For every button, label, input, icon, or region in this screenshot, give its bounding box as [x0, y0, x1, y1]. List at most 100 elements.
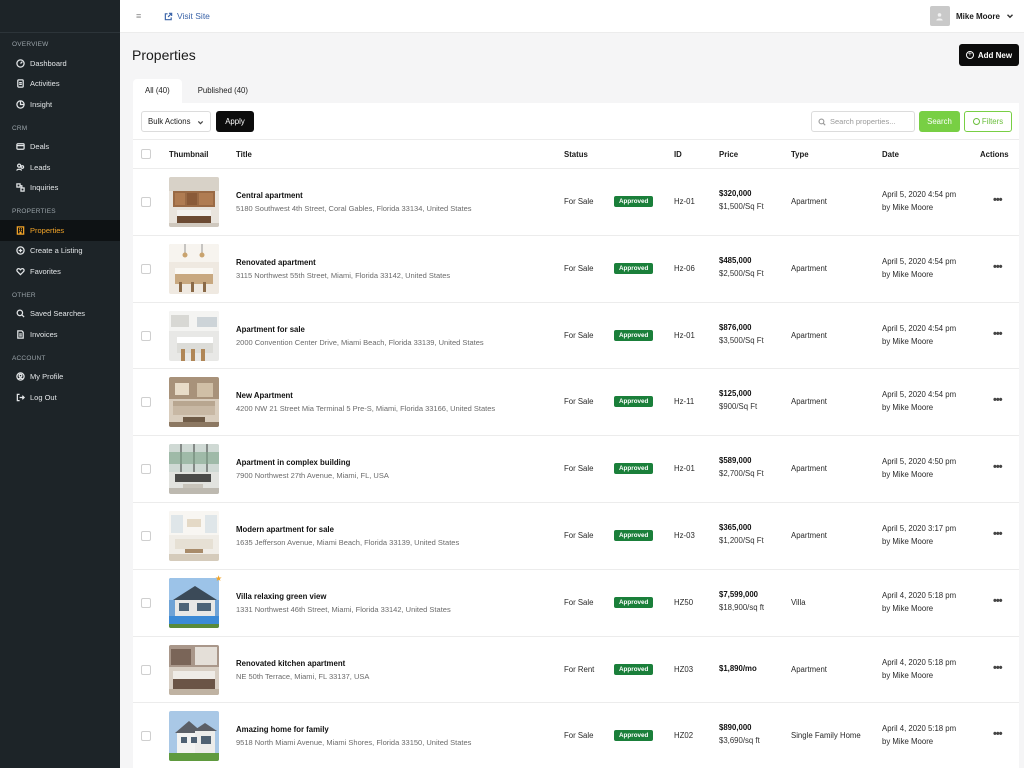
tab-all[interactable]: All (40): [133, 79, 182, 103]
property-type: Single Family Home: [791, 731, 861, 741]
table-row: Central apartment 5180 Southwest 4th Stre…: [133, 169, 1019, 236]
header-id: ID: [674, 150, 682, 159]
property-address: 4200 NW 21 Street Mia Terminal 5 Pre-S, …: [236, 404, 496, 414]
row-checkbox[interactable]: [141, 197, 151, 207]
apply-button[interactable]: Apply: [216, 111, 254, 132]
select-all-checkbox[interactable]: [141, 149, 151, 159]
property-title[interactable]: Renovated kitchen apartment: [236, 659, 345, 668]
property-title[interactable]: Central apartment: [236, 191, 303, 200]
more-actions-icon[interactable]: •••: [993, 328, 1003, 340]
properties-panel: Bulk Actions Apply Search Filters Thumbn…: [133, 103, 1019, 768]
property-date: April 5, 2020 4:54 pm: [882, 390, 957, 400]
property-price: $365,000: [719, 522, 752, 532]
property-author: by Mike Moore: [882, 269, 934, 279]
tab-published[interactable]: Published (40): [186, 79, 260, 103]
more-actions-icon[interactable]: •••: [993, 728, 1003, 740]
more-actions-icon[interactable]: •••: [993, 528, 1003, 540]
property-title[interactable]: Villa relaxing green view: [236, 592, 326, 601]
filters-button[interactable]: Filters: [964, 111, 1012, 132]
property-id: Hz-06: [674, 263, 695, 273]
search-button[interactable]: Search: [919, 111, 960, 132]
header-status: Status: [564, 150, 588, 159]
property-title[interactable]: Apartment in complex building: [236, 458, 350, 467]
property-title[interactable]: New Apartment: [236, 391, 293, 400]
property-thumbnail[interactable]: [169, 243, 219, 294]
status-badge: Approved: [614, 529, 654, 541]
featured-star-icon: ★: [215, 573, 223, 583]
property-title[interactable]: Modern apartment for sale: [236, 525, 334, 534]
property-id: HZ02: [674, 731, 694, 741]
row-checkbox[interactable]: [141, 464, 151, 475]
property-thumbnail[interactable]: [169, 644, 219, 695]
add-new-button[interactable]: + Add New: [959, 44, 1019, 66]
more-actions-icon[interactable]: •••: [993, 461, 1003, 473]
visit-site-label: Visit Site: [177, 11, 210, 21]
property-author: by Mike Moore: [882, 203, 934, 212]
property-date: April 4, 2020 5:18 pm: [882, 724, 957, 734]
sidebar-item-properties[interactable]: Properties: [0, 220, 120, 241]
more-actions-icon[interactable]: •••: [993, 394, 1003, 406]
property-date: April 4, 2020 5:18 pm: [882, 657, 957, 667]
user-menu[interactable]: Mike Moore: [929, 6, 1014, 26]
heart-icon: [15, 266, 25, 276]
property-date: April 5, 2020 4:50 pm: [882, 457, 957, 467]
property-id: Hz-01: [674, 464, 695, 474]
header-thumbnail: Thumbnail: [169, 150, 209, 159]
logout-icon: [15, 392, 25, 402]
sidebar-item-activities[interactable]: Activities: [0, 74, 120, 95]
visit-site-link[interactable]: Visit Site: [164, 11, 210, 21]
property-author: by Mike Moore: [882, 536, 934, 546]
more-actions-icon[interactable]: •••: [993, 194, 1003, 206]
status-badge: Approved: [614, 329, 654, 341]
menu-icon[interactable]: ≡: [136, 12, 144, 21]
property-price-per-area: $18,900/sq ft: [719, 602, 765, 612]
status-badge: Approved: [614, 730, 654, 742]
sidebar-item-dashboard[interactable]: Dashboard: [0, 53, 120, 74]
sidebar-item-label: Leads: [30, 162, 51, 172]
property-price-per-area: $1,500/Sq Ft: [719, 202, 764, 211]
property-id: HZ50: [674, 597, 694, 607]
row-checkbox[interactable]: [141, 330, 151, 341]
property-thumbnail[interactable]: [169, 577, 219, 628]
sidebar-item-insight[interactable]: Insight: [0, 94, 120, 115]
property-thumbnail[interactable]: [169, 510, 219, 561]
bulk-actions-select[interactable]: Bulk Actions: [141, 111, 211, 132]
property-thumbnail[interactable]: [169, 177, 219, 227]
sidebar-item-invoices[interactable]: Invoices: [0, 324, 120, 345]
tabs: All (40) Published (40): [133, 79, 264, 103]
property-thumbnail[interactable]: [169, 444, 219, 495]
more-actions-icon[interactable]: •••: [993, 595, 1003, 607]
sidebar-item-log-out[interactable]: Log Out: [0, 387, 120, 408]
row-checkbox[interactable]: [141, 664, 151, 675]
more-actions-icon[interactable]: •••: [993, 662, 1003, 674]
sidebar-section-properties: PROPERTIES: [12, 208, 56, 215]
property-thumbnail[interactable]: [169, 377, 219, 428]
property-address: 9518 North Miami Avenue, Miami Shores, F…: [236, 738, 472, 748]
property-price-per-area: $3,690/sq ft: [719, 736, 760, 746]
property-thumbnail[interactable]: [169, 711, 219, 762]
sidebar-item-deals[interactable]: Deals: [0, 137, 120, 158]
more-actions-icon[interactable]: •••: [993, 261, 1003, 273]
row-checkbox[interactable]: [141, 397, 151, 408]
search-input[interactable]: [830, 117, 910, 126]
property-type: Apartment: [791, 330, 827, 340]
sidebar-item-label: Inquiries: [30, 183, 59, 193]
sidebar-item-saved-searches[interactable]: Saved Searches: [0, 304, 120, 325]
row-checkbox[interactable]: [141, 597, 151, 608]
property-title[interactable]: Apartment for sale: [236, 325, 305, 334]
search-field[interactable]: [811, 111, 915, 132]
sidebar-item-favorites[interactable]: Favorites: [0, 261, 120, 282]
insight-icon: [15, 99, 25, 109]
row-checkbox[interactable]: [141, 530, 151, 541]
property-thumbnail[interactable]: [169, 310, 219, 361]
sidebar-item-inquiries[interactable]: Inquiries: [0, 178, 120, 199]
row-checkbox[interactable]: [141, 731, 151, 742]
property-title[interactable]: Renovated apartment: [236, 258, 316, 267]
sidebar-item-leads[interactable]: Leads: [0, 157, 120, 178]
property-title[interactable]: Amazing home for family: [236, 725, 329, 734]
header-type: Type: [791, 150, 809, 159]
sidebar-item-create-listing[interactable]: Create a Listing: [0, 241, 120, 262]
property-address: 1635 Jefferson Avenue, Miami Beach, Flor…: [236, 537, 460, 547]
row-checkbox[interactable]: [141, 263, 151, 274]
sidebar-item-my-profile[interactable]: My Profile: [0, 367, 120, 388]
